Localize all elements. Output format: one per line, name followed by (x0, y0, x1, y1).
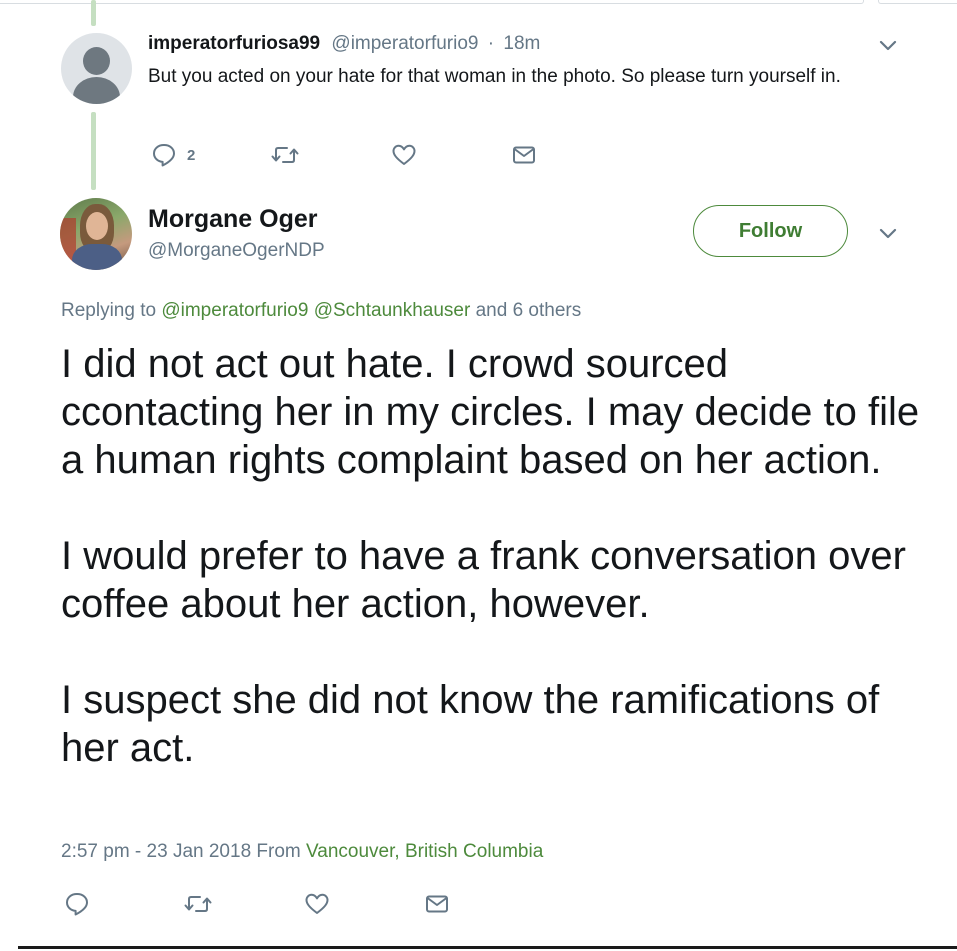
reply-icon (151, 142, 177, 168)
author-handle[interactable]: @MorganeOgerNDP (148, 240, 325, 262)
tweet-paragraph-1: I did not act out hate. I crowd sourced … (61, 342, 920, 482)
tweet-retweet-button[interactable] (184, 891, 212, 917)
reply-handle[interactable]: @imperatorfurio9 (331, 33, 478, 54)
thread-line-top (91, 0, 96, 26)
tweet-paragraph-3: I suspect she did not know the ramificat… (61, 678, 880, 770)
replying-to-user-1[interactable]: @imperatorfurio9 (161, 300, 308, 321)
thread-line-connector (91, 112, 96, 190)
reply-avatar[interactable] (61, 33, 132, 104)
tweet-location[interactable]: Vancouver, British Columbia (306, 841, 543, 862)
tweet-like-button[interactable] (304, 891, 330, 917)
tweet-timestamp-line: 2:57 pm - 23 Jan 2018 From Vancouver, Br… (61, 841, 543, 863)
reply-separator: · (487, 33, 495, 54)
tweet-paragraph-2: I would prefer to have a frank conversat… (61, 534, 906, 626)
reply-time-ago[interactable]: 18m (503, 33, 540, 54)
author-name[interactable]: Morgane Oger (148, 205, 317, 234)
tweet-more-chevron-down-icon[interactable] (879, 228, 897, 240)
top-border-left (0, 0, 864, 4)
reply-text: But you acted on your hate for that woma… (148, 66, 841, 87)
tweet-text: I did not act out hate. I crowd sourced … (61, 340, 921, 772)
tweet-dm-button[interactable] (424, 891, 450, 917)
bottom-divider (18, 946, 957, 949)
reply-icon (64, 891, 90, 917)
reply-retweet-button[interactable] (271, 142, 299, 168)
replying-to-line: Replying to @imperatorfurio9 @Schtaunkha… (61, 300, 581, 322)
avatar-face (86, 212, 108, 240)
reply-reply-button[interactable]: 2 (151, 142, 195, 168)
replying-to-user-2[interactable]: @Schtaunkhauser (314, 300, 471, 321)
envelope-icon (511, 142, 537, 168)
retweet-icon (184, 891, 212, 917)
follow-button[interactable]: Follow (693, 205, 848, 257)
tweet-timestamp[interactable]: 2:57 pm - 23 Jan 2018 From (61, 841, 301, 862)
avatar-shirt (72, 244, 122, 270)
reply-count: 2 (187, 146, 196, 164)
tweet-page: imperatorfuriosa99 @imperatorfurio9 · 18… (0, 0, 957, 951)
replying-to-others[interactable]: and 6 others (476, 300, 582, 321)
default-avatar-head (83, 47, 110, 75)
reply-like-button[interactable] (391, 142, 417, 168)
author-avatar[interactable] (60, 198, 132, 270)
top-border-right (878, 0, 957, 4)
heart-icon (304, 891, 330, 917)
reply-dm-button[interactable] (511, 142, 537, 168)
tweet-reply-button[interactable] (64, 891, 90, 917)
reply-more-chevron-down-icon[interactable] (879, 40, 897, 52)
replying-to-prefix: Replying to (61, 300, 157, 321)
envelope-icon (424, 891, 450, 917)
reply-display-name[interactable]: imperatorfuriosa99 (148, 33, 320, 54)
heart-icon (391, 142, 417, 168)
default-avatar-body (73, 77, 120, 104)
retweet-icon (271, 142, 299, 168)
reply-header: imperatorfuriosa99 @imperatorfurio9 · 18… (148, 33, 540, 55)
